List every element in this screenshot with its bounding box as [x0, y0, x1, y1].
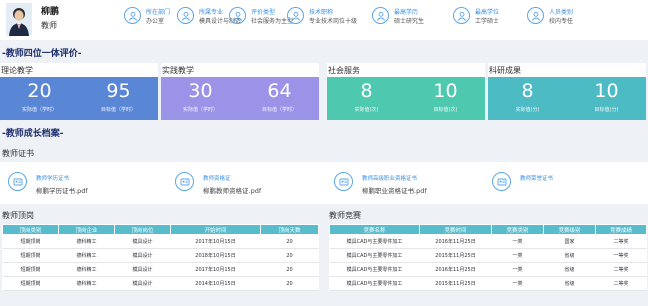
certificate-item[interactable]: 教师资格证 柳鹏教师资格证.pdf: [175, 170, 325, 198]
actual-value: 8 实际值(分): [515, 80, 540, 113]
avatar: [6, 3, 32, 36]
posts-title: 教师顶岗: [2, 211, 34, 220]
eval-card-research: 科研成果 8 实际值(分) 10 目标值(分): [488, 63, 646, 120]
teacher-role: 教师: [41, 21, 57, 30]
growth-section-title: -教师成长档案-: [2, 129, 64, 139]
evaluation-section-title: -教师四位一体评价-: [2, 49, 82, 59]
field-degree: 最高学位 工学硕士: [453, 5, 525, 35]
field-education: 最高学历 硕士研究生: [372, 5, 444, 35]
teacher-name: 柳鹏: [41, 7, 60, 17]
user-icon: [453, 7, 470, 24]
profile-header: 柳鹏 教师 所在部门 办公室 所属专业 模具设计与制造 评价类型 社会服务为主型…: [0, 0, 648, 40]
contests-table: 竞赛名称 竞赛时间 竞赛类别 竞赛级别 竞赛成绩 模具CAD与主要零件加工 201…: [329, 224, 647, 291]
certificate-icon: [175, 172, 194, 191]
posts-table: 顶岗类别 顶岗企业 顶岗岗位 开始时间 顶岗天数 短期顶岗 德科精工 模具设计 201…: [2, 224, 319, 291]
user-icon: [372, 7, 389, 24]
table-row: 模具CAD与主要零件加工 2015年11月25日 一类 省级 二等奖: [329, 276, 647, 291]
user-icon: [229, 7, 246, 24]
field-staff-category: 人员类别 校内专任: [527, 5, 599, 35]
actual-value: 8 实际值(次): [354, 80, 379, 113]
target-value: 10 目标值(次): [433, 80, 458, 113]
certificates-title: 教师证书: [2, 149, 34, 158]
target-value: 64 目标值（学时）: [261, 80, 297, 113]
actual-value: 30 实际值（学时）: [182, 80, 218, 113]
table-header-row: 竞赛名称 竞赛时间 竞赛类别 竞赛级别 竞赛成绩: [329, 224, 647, 235]
table-row: 模具CAD与主要零件加工 2016年11月25日 一类 国家 二等奖: [329, 234, 647, 249]
certificate-file-link[interactable]: 柳鹏学历证书.pdf: [36, 185, 88, 195]
eval-card-practice: 实践教学 30 实际值（学时） 64 目标值（学时）: [161, 63, 319, 120]
user-icon: [287, 7, 304, 24]
actual-value: 20 实际值（学时）: [21, 80, 57, 113]
table-row: 短期顶岗 德科精工 模具设计 2018年10月15日 20: [2, 248, 319, 263]
target-value: 10 目标值(分): [594, 80, 619, 113]
user-icon: [124, 7, 141, 24]
table-row: 短期顶岗 德科精工 模具设计 2017年10月15日 20: [2, 262, 319, 277]
table-row: 模具CAD与主要零件加工 2016年11月25日 一类 省级 二等奖: [329, 262, 647, 277]
card-body: 30 实际值（学时） 64 目标值（学时）: [161, 77, 319, 120]
certificate-file-link[interactable]: 柳鹏职业资格证书.pdf: [362, 185, 427, 195]
eval-card-theory: 理论教学 20 实际值（学时） 95 目标值（学时）: [0, 63, 158, 120]
user-icon: [177, 7, 194, 24]
certificates-panel: 教师学历证书 柳鹏学历证书.pdf 教师资格证 柳鹏教师资格证.pdf 教师高级…: [0, 162, 648, 204]
certificate-icon: [334, 172, 353, 191]
eval-card-social-service: 社会服务 8 实际值(次) 10 目标值(次): [327, 63, 485, 120]
certificate-item[interactable]: 教师高级职业资格证书 柳鹏职业资格证书.pdf: [334, 170, 484, 198]
field-title: 技术职称 专业技术岗位十级: [287, 5, 359, 35]
target-value: 95 目标值（学时）: [100, 80, 136, 113]
certificate-item[interactable]: 教师学历证书 柳鹏学历证书.pdf: [8, 170, 158, 198]
certificate-item[interactable]: 教师荣誉证书: [492, 170, 642, 198]
table-row: 短期顶岗 德科精工 模具设计 2014年10月15日 20: [2, 276, 319, 291]
table-header-row: 顶岗类别 顶岗企业 顶岗岗位 开始时间 顶岗天数: [2, 224, 319, 235]
certificate-icon: [492, 172, 511, 191]
contests-title: 教师竞赛: [329, 211, 361, 220]
user-icon: [527, 7, 544, 24]
card-body: 20 实际值（学时） 95 目标值（学时）: [0, 77, 158, 120]
table-row: 模具CAD与主要零件加工 2015年11月25日 一类 省级 一等奖: [329, 248, 647, 263]
card-body: 8 实际值(次) 10 目标值(次): [327, 77, 485, 120]
certificate-icon: [8, 172, 27, 191]
table-row: 短期顶岗 德科精工 模具设计 2017年10月15日 20: [2, 234, 319, 249]
card-body: 8 实际值(分) 10 目标值(分): [488, 77, 646, 120]
certificate-file-link[interactable]: 柳鹏教师资格证.pdf: [203, 185, 261, 195]
